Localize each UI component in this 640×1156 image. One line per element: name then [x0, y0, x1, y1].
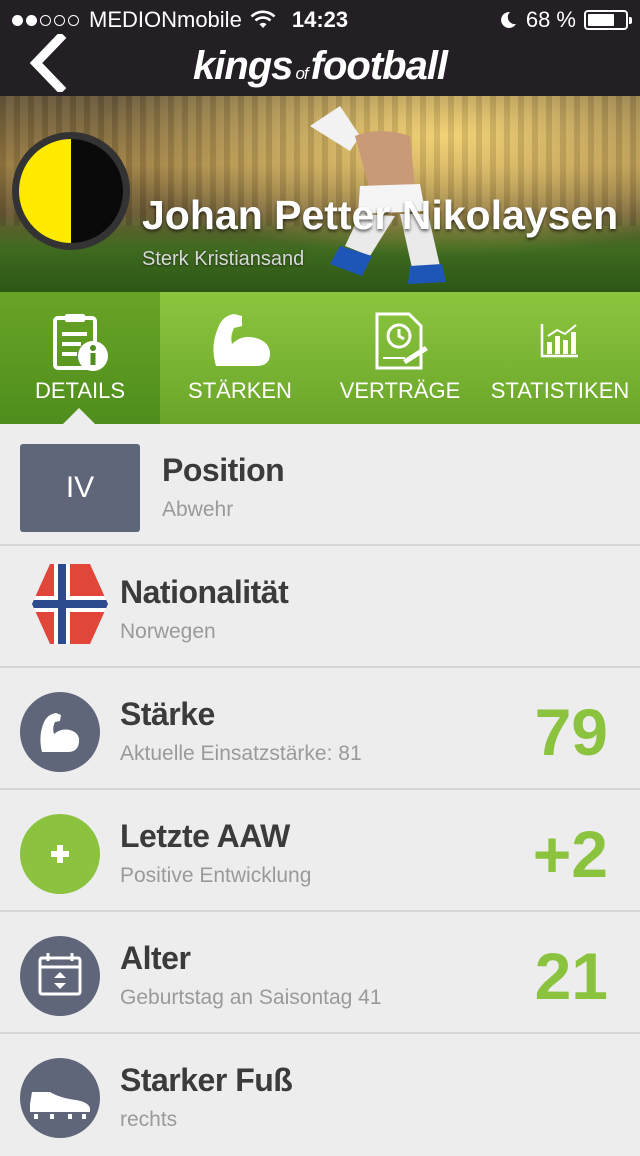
- strength-icon-circle: [20, 692, 100, 772]
- document-info-icon: [53, 314, 108, 371]
- position-subtitle: Abwehr: [162, 498, 234, 521]
- brand-logo: kings offootball: [0, 44, 640, 89]
- status-bar: MEDIONmobile 14:23 68 %: [0, 0, 640, 40]
- battery-percent: 68 %: [525, 7, 576, 32]
- position-badge: IV: [20, 444, 140, 532]
- tab-vertraege[interactable]: VERTRÄGE: [320, 292, 480, 424]
- age-title: Alter: [120, 940, 191, 976]
- player-name: Johan Petter Nikolaysen: [142, 192, 619, 238]
- age-icon-circle: [20, 936, 100, 1016]
- player-photo: [310, 106, 446, 284]
- nationality-subtitle: Norwegen: [120, 620, 216, 643]
- detail-row-position: IV Position Abwehr: [0, 426, 640, 546]
- biceps-icon: [213, 314, 270, 366]
- position-title: Position: [162, 452, 285, 488]
- strong-foot-subtitle: rechts: [120, 1108, 178, 1131]
- strength-value: 79: [534, 695, 608, 769]
- nationality-title: Nationalität: [120, 574, 289, 610]
- tab-details-label: DETAILS: [34, 378, 126, 403]
- tab-vertraege-label: VERTRÄGE: [339, 378, 461, 403]
- club-color-black: [71, 139, 123, 243]
- calendar-icon: [38, 953, 82, 996]
- brand-kings: kings: [192, 44, 293, 88]
- plus-icon: [51, 845, 69, 863]
- last-aaw-subtitle: Positive Entwicklung: [120, 864, 312, 887]
- status-right: 68 %: [498, 7, 632, 33]
- detail-row-age: Alter Geburtstag an Saisontag 41 21: [0, 914, 640, 1034]
- strong-foot-icon-circle: [20, 1058, 100, 1138]
- brand-of: of: [295, 64, 308, 83]
- detail-row-strong-foot: Starker Fuß rechts: [0, 1036, 640, 1156]
- player-hero-banner: Johan Petter Nikolaysen Sterk Kristiansa…: [0, 96, 640, 292]
- age-value: 21: [534, 939, 608, 1013]
- last-aaw-icon-circle: [20, 814, 100, 894]
- detail-row-last-aaw: Letzte AAW Positive Entwicklung +2: [0, 792, 640, 912]
- last-aaw-title: Letzte AAW: [120, 818, 290, 854]
- player-club[interactable]: Sterk Kristiansand: [142, 248, 304, 271]
- detail-row-strength: Stärke Aktuelle Einsatzstärke: 81 79: [0, 670, 640, 790]
- age-subtitle: Geburtstag an Saisontag 41: [120, 986, 382, 1009]
- norway-flag-icon: [32, 564, 108, 644]
- tab-statistiken[interactable]: STATISTIKEN: [480, 292, 640, 424]
- strength-subtitle: Aktuelle Einsatzstärke: 81: [120, 742, 362, 765]
- tab-staerken-label: STÄRKEN: [188, 378, 292, 403]
- top-bar: MEDIONmobile 14:23 68 % kings offootball: [0, 0, 640, 96]
- tab-staerken[interactable]: STÄRKEN: [160, 292, 320, 424]
- battery-icon: [584, 10, 632, 30]
- brand-football: football: [310, 44, 448, 88]
- tab-details[interactable]: DETAILS: [0, 292, 160, 424]
- club-color-yellow: [19, 139, 71, 243]
- last-aaw-value: +2: [532, 817, 608, 891]
- football-boot-icon: [30, 1092, 90, 1119]
- strength-title: Stärke: [120, 696, 215, 732]
- tab-bar: DETAILS STÄRKEN VERTRÄGE STATISTIKEN: [0, 292, 640, 424]
- moon-icon: [500, 11, 516, 28]
- active-tab-pointer: [62, 408, 96, 425]
- chart-icon: [540, 324, 578, 358]
- biceps-icon: [40, 713, 80, 752]
- strong-foot-title: Starker Fuß: [120, 1062, 293, 1098]
- contract-clock-icon: [375, 312, 428, 370]
- tab-statistiken-label: STATISTIKEN: [490, 378, 630, 403]
- club-logo: [12, 132, 130, 250]
- detail-row-nationality: Nationalität Norwegen: [0, 548, 640, 668]
